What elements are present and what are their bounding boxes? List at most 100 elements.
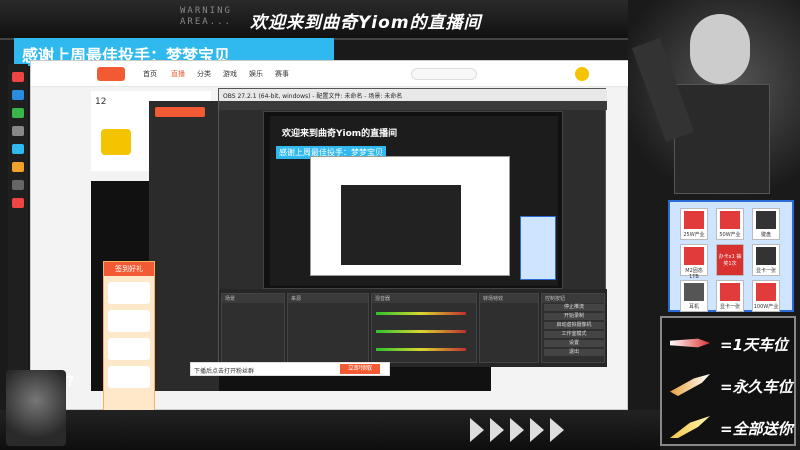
tier-permanent: =永久车位: [720, 378, 793, 396]
app-icon[interactable]: [12, 198, 24, 208]
dock-header: 转场特效: [480, 294, 538, 303]
chevron-right-icon: [550, 418, 564, 442]
exit-button[interactable]: 退出: [544, 349, 604, 356]
live-assistant-panel: [149, 101, 219, 391]
nav-category[interactable]: 分类: [197, 69, 211, 79]
streamer-avatar-art: [628, 0, 800, 210]
rewards-panel: 25W产业 50W产业 键盘 M2固态1TB 办卡x1 抽奖1次 显卡一张 耳机…: [668, 200, 794, 312]
gift-card: 100W产业: [752, 280, 780, 312]
warning-text: WARNING AREA...: [180, 6, 232, 28]
gift-card: 50W产业: [716, 208, 744, 240]
taskbar: [8, 64, 28, 374]
claim-button[interactable]: 立即领取: [340, 364, 380, 374]
rocket-icon: [670, 374, 710, 396]
gift-label: 显卡一张: [719, 304, 740, 310]
nav-home[interactable]: 首页: [143, 69, 157, 79]
studio-mode-button[interactable]: 工作室模式: [544, 331, 604, 338]
promo-item[interactable]: [108, 366, 150, 388]
dock-header: 场景: [222, 294, 284, 303]
controls-dock: 控制按钮 停止推流 开始录制 启动虚拟摄像机 工作室模式 设置 退出: [541, 293, 605, 363]
site-nav: 首页 直播 分类 游戏 娱乐 赛事: [31, 61, 629, 87]
preview-title: 欢迎来到曲奇Yiom的直播间: [282, 129, 398, 139]
promo-item[interactable]: [108, 282, 150, 304]
settings-button[interactable]: 设置: [544, 340, 604, 347]
assistant-logo: [155, 107, 205, 117]
gift-icon: [756, 283, 776, 301]
promo-title: 签到好礼: [104, 262, 154, 276]
obs-menu-bar: [219, 101, 607, 110]
app-icon[interactable]: [12, 72, 24, 82]
gift-card: M2固态1TB: [680, 244, 708, 280]
dock-header: 控制按钮: [542, 294, 604, 303]
gift-label: M2固态1TB: [685, 268, 703, 280]
gift-label: 耳机: [688, 304, 699, 310]
gift-card: 键盘: [752, 208, 780, 240]
jet-icon: [670, 338, 710, 348]
gift-card: 耳机: [680, 280, 708, 312]
chevron-right-icon: [530, 418, 544, 442]
nav-events[interactable]: 赛事: [275, 69, 289, 79]
dock-header: 混音器: [372, 294, 476, 303]
chevron-right-icon: [490, 418, 504, 442]
app-icon[interactable]: [12, 108, 24, 118]
app-icon[interactable]: [12, 162, 24, 172]
stop-stream-button[interactable]: 停止推流: [544, 304, 604, 311]
tier-all: =全部送你: [720, 420, 793, 438]
gift-card-featured: 办卡x1 抽奖1次: [716, 244, 744, 276]
nav-live[interactable]: 直播: [171, 69, 185, 79]
nav-entertainment[interactable]: 娱乐: [249, 69, 263, 79]
nav-game[interactable]: 游戏: [223, 69, 237, 79]
chevron-right-icon: [470, 418, 484, 442]
gift-icon: [720, 211, 740, 229]
preview-canvas: 欢迎来到曲奇Yiom的直播间 感谢上周最佳投手：梦梦宝贝: [270, 116, 558, 286]
character-head: [690, 14, 750, 84]
mixer-dock: 混音器: [371, 293, 477, 363]
mascot-image: [101, 129, 131, 155]
transitions-dock: 转场特效: [479, 293, 539, 363]
warning-line: WARNING: [180, 6, 232, 16]
question-mark: ?: [66, 374, 75, 390]
preview-rewards: [520, 216, 556, 280]
promo-panel: 签到好礼: [103, 261, 155, 431]
start-record-button[interactable]: 开始录制: [544, 313, 604, 320]
golden-rocket-icon: [670, 416, 710, 438]
gift-icon: [756, 211, 776, 229]
gift-label: 显卡一张: [755, 268, 776, 274]
obs-preview[interactable]: 欢迎来到曲奇Yiom的直播间 感谢上周最佳投手：梦梦宝贝: [263, 111, 563, 289]
site-logo[interactable]: [97, 67, 125, 81]
virtual-camera-button[interactable]: 启动虚拟摄像机: [544, 322, 604, 329]
gift-card: 显卡一张: [752, 244, 780, 276]
gift-icon: [756, 247, 776, 265]
app-icon[interactable]: [12, 126, 24, 136]
obs-window: OBS 27.2.1 (64-bit, windows) - 配置文件: 未命名…: [218, 88, 607, 367]
chibi-character: [6, 370, 66, 446]
audio-meter: [376, 348, 466, 351]
gift-icon: [684, 283, 704, 301]
gift-icon: [684, 211, 704, 229]
obs-docks: 场景 来源 混音器 转场特效 控制按钮 停止推流 开始录制 启动虚拟摄像机 工作…: [219, 289, 607, 367]
promo-item[interactable]: [108, 310, 150, 332]
tier-list: =1天车位 =永久车位 =全部送你: [660, 316, 796, 446]
app-icon[interactable]: [12, 144, 24, 154]
app-icon[interactable]: [12, 90, 24, 100]
gift-label: 50W产业: [719, 232, 741, 238]
audio-meter: [376, 312, 466, 315]
gift-label: 25W产业: [683, 232, 705, 238]
search-input[interactable]: [411, 68, 477, 80]
avatar[interactable]: [575, 67, 589, 81]
character-body: [674, 84, 770, 194]
area-line: AREA...: [180, 17, 232, 27]
audio-meter: [376, 330, 466, 333]
scenes-dock: 场景: [221, 293, 285, 363]
gift-label: 键盘: [760, 232, 771, 238]
nested-preview-inner: [341, 185, 461, 265]
app-icon[interactable]: [12, 180, 24, 190]
promo-item[interactable]: [108, 338, 150, 360]
gift-label: 办卡x1 抽奖1次: [718, 254, 742, 267]
gift-card: 25W产业: [680, 208, 708, 240]
stream-title: 欢迎来到曲奇Yiom的直播间: [250, 13, 482, 33]
dock-header: 来源: [288, 294, 368, 303]
tier-1day: =1天车位: [720, 336, 789, 354]
chevron-right-icon: [510, 418, 524, 442]
gift-label: 100W产业: [753, 304, 779, 310]
